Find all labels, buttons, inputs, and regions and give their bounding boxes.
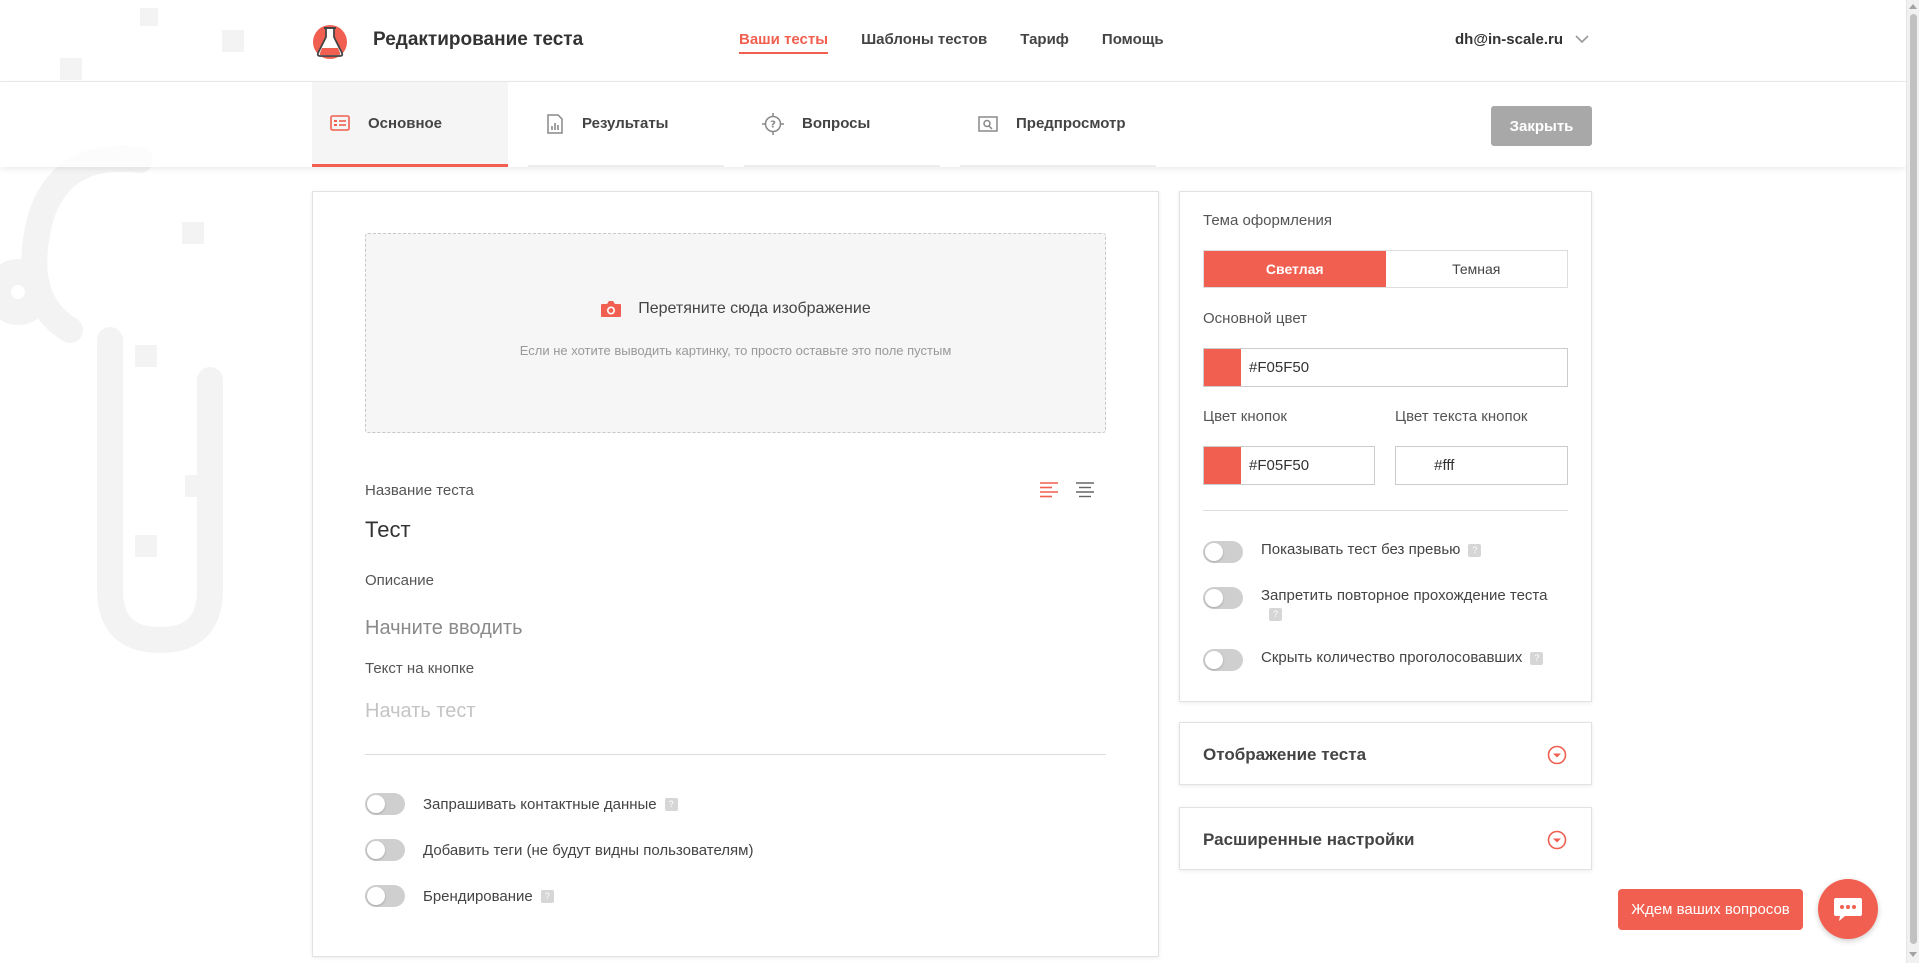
branding-toggle[interactable] <box>365 885 405 907</box>
tab-basic[interactable]: Основное <box>312 82 508 167</box>
button-text-color-swatch[interactable] <box>1396 447 1427 484</box>
page-scrollbar[interactable] <box>1906 0 1919 963</box>
tags-toggle-label: Добавить теги (не будут видны пользовате… <box>423 841 754 859</box>
main-nav: Ваши тесты Шаблоны тестов Тариф Помощь <box>739 31 1164 54</box>
align-center-icon[interactable] <box>1076 481 1094 499</box>
button-color-swatch[interactable] <box>1204 447 1241 484</box>
dropzone-hint: Если не хотите выводить картинку, то про… <box>519 343 952 358</box>
main-settings-card: Перетяните сюда изображение Если не хоти… <box>312 191 1159 957</box>
tab-questions[interactable]: ? Вопросы <box>744 82 940 167</box>
toggle-row-no-preview: Показывать тест без превью? <box>1203 541 1561 563</box>
button-color-field <box>1203 446 1375 485</box>
no-retake-toggle[interactable] <box>1203 587 1243 609</box>
toggle-row-no-retake: Запретить повторное прохождение теста? <box>1203 587 1561 623</box>
side-divider <box>1203 510 1568 511</box>
tab-results-label: Результаты <box>582 115 669 132</box>
main-color-swatch[interactable] <box>1204 349 1241 386</box>
chat-prompt-button[interactable]: Ждем ваших вопросов <box>1618 889 1803 930</box>
help-icon[interactable]: ? <box>1269 607 1282 621</box>
tags-toggle[interactable] <box>365 839 405 861</box>
image-dropzone[interactable]: Перетяните сюда изображение Если не хоти… <box>365 233 1106 433</box>
help-icon[interactable]: ? <box>1468 543 1482 557</box>
theme-dark-button[interactable]: Темная <box>1385 251 1567 287</box>
accordion-advanced-title: Расширенные настройки <box>1203 830 1415 849</box>
target-question-icon: ? <box>762 112 784 135</box>
button-text-input[interactable] <box>365 696 1065 726</box>
tab-preview[interactable]: Предпросмотр <box>960 82 1156 167</box>
branding-toggle-label: Брендирование <box>423 887 533 905</box>
chart-icon <box>547 113 563 134</box>
tab-preview-label: Предпросмотр <box>1016 115 1126 132</box>
toggle-row-branding: Брендирование? <box>365 885 554 907</box>
flask-logo-icon[interactable] <box>312 22 348 60</box>
nav-test-templates[interactable]: Шаблоны тестов <box>861 31 987 54</box>
form-icon <box>330 115 350 131</box>
help-icon[interactable]: ? <box>540 890 554 904</box>
main-divider <box>365 754 1106 755</box>
page-title: Редактирование теста <box>373 29 584 50</box>
align-left-icon[interactable] <box>1040 481 1058 499</box>
scroll-down-arrow-icon[interactable] <box>1909 952 1917 957</box>
hide-votes-toggle[interactable] <box>1203 649 1243 671</box>
close-button[interactable]: Закрыть <box>1491 106 1592 146</box>
contacts-toggle-label: Запрашивать контактные данные <box>423 795 657 813</box>
nav-pricing[interactable]: Тариф <box>1020 31 1069 54</box>
test-name-label: Название теста <box>365 482 474 499</box>
theme-settings-card: Тема оформления Светлая Темная Основной … <box>1179 191 1592 702</box>
contacts-toggle[interactable] <box>365 793 405 815</box>
user-email: dh@in-scale.ru <box>1455 31 1563 48</box>
button-text-color-input[interactable] <box>1426 457 1567 474</box>
chat-icon <box>1834 898 1862 921</box>
hide-votes-label: Скрыть количество проголосовавших <box>1261 649 1523 666</box>
nav-help[interactable]: Помощь <box>1102 31 1164 54</box>
description-input[interactable] <box>365 614 1065 642</box>
main-color-input[interactable] <box>1241 359 1567 376</box>
chat-open-button[interactable] <box>1818 879 1878 939</box>
main-color-label: Основной цвет <box>1203 310 1308 327</box>
button-color-label: Цвет кнопок <box>1203 408 1287 425</box>
help-icon[interactable]: ? <box>1530 651 1544 665</box>
tab-questions-label: Вопросы <box>802 115 871 132</box>
button-color-input[interactable] <box>1241 457 1374 474</box>
svg-text:?: ? <box>770 119 776 130</box>
main-color-field <box>1203 348 1568 387</box>
accordion-test-display[interactable]: Отображение теста <box>1179 722 1592 785</box>
toggle-row-tags: Добавить теги (не будут видны пользовате… <box>365 839 754 861</box>
theme-switcher: Светлая Темная <box>1203 250 1568 288</box>
accordion-advanced-settings[interactable]: Расширенные настройки <box>1179 807 1592 870</box>
text-align-group <box>1040 481 1094 499</box>
camera-icon <box>601 301 622 317</box>
toggle-row-contacts: Запрашивать контактные данные? <box>365 793 678 815</box>
button-text-label: Текст на кнопке <box>365 660 475 677</box>
chevron-down-icon <box>1575 35 1589 44</box>
toggle-row-hide-votes: Скрыть количество проголосовавших? <box>1203 649 1561 671</box>
top-header: Редактирование теста Ваши тесты Шаблоны … <box>0 0 1906 82</box>
scrollbar-thumb[interactable] <box>1910 14 1917 944</box>
tab-results[interactable]: Результаты <box>528 82 724 167</box>
help-icon[interactable]: ? <box>664 798 678 812</box>
dropzone-title-row: Перетяните сюда изображение <box>366 300 1105 318</box>
tab-basic-label: Основное <box>368 114 443 132</box>
theme-light-button[interactable]: Светлая <box>1204 251 1386 287</box>
dropzone-title: Перетяните сюда изображение <box>638 300 871 317</box>
no-preview-label: Показывать тест без превью <box>1261 541 1461 558</box>
button-text-color-label: Цвет текста кнопок <box>1395 408 1528 425</box>
preview-icon <box>978 115 998 132</box>
test-name-value[interactable]: Тест <box>365 517 411 543</box>
chevron-down-circle-icon[interactable] <box>1547 830 1567 850</box>
description-label: Описание <box>365 572 435 589</box>
no-preview-toggle[interactable] <box>1203 541 1243 563</box>
button-text-color-field <box>1395 446 1568 485</box>
editor-tabbar: Основное Результаты ? Вопросы Предпросмо… <box>0 82 1906 167</box>
theme-label: Тема оформления <box>1203 212 1333 229</box>
accordion-test-display-title: Отображение теста <box>1203 745 1367 764</box>
chevron-down-circle-icon[interactable] <box>1547 745 1567 765</box>
scroll-up-arrow-icon[interactable] <box>1909 4 1917 9</box>
nav-your-tests[interactable]: Ваши тесты <box>739 31 829 54</box>
no-retake-label: Запретить повторное прохождение теста <box>1261 587 1548 604</box>
user-menu[interactable]: dh@in-scale.ru <box>1455 31 1589 48</box>
